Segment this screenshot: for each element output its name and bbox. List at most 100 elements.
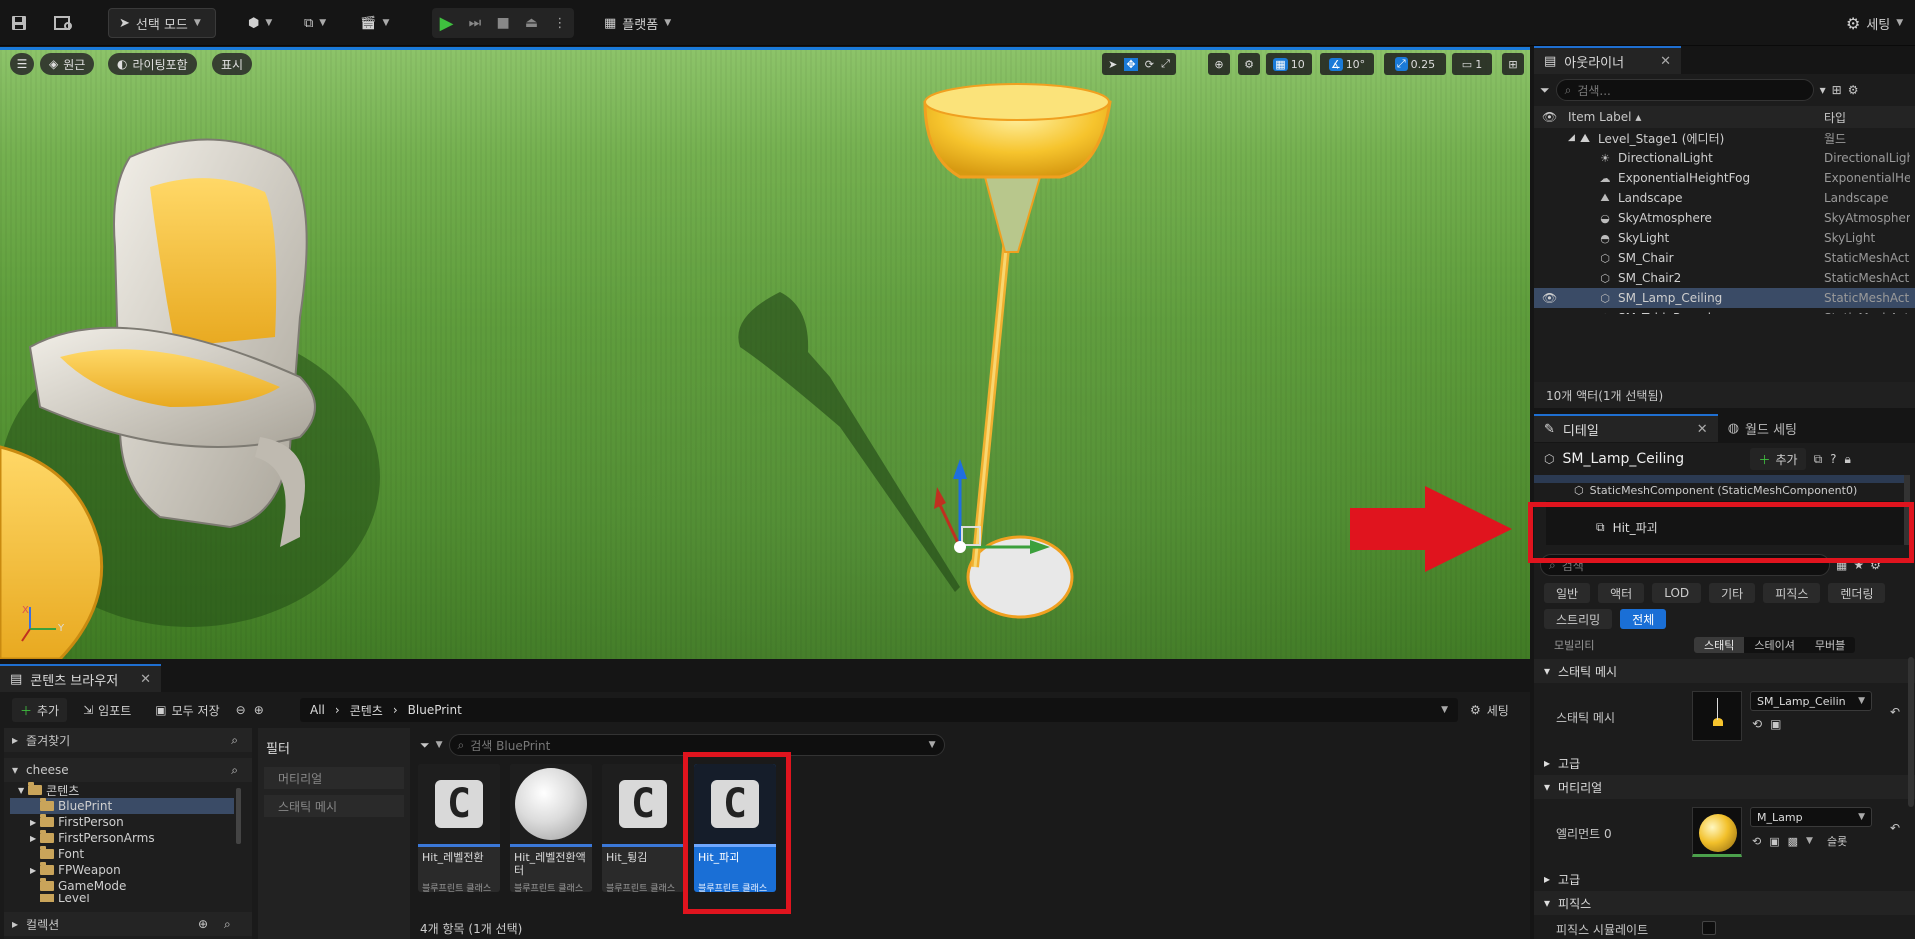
section-physics[interactable]: ▾ 피직스	[1534, 891, 1915, 915]
tree-item-level[interactable]: Level	[40, 894, 90, 902]
breadcrumb-all[interactable]: All	[310, 703, 325, 717]
tree-item-firstpersonarms[interactable]: ▶ FirstPersonArms	[30, 830, 155, 846]
filter-chip[interactable]: 스트리밍	[1544, 609, 1613, 629]
save-icon[interactable]	[10, 8, 28, 38]
eye-icon[interactable]: 👁︎	[1542, 291, 1557, 305]
save-all-button[interactable]: ▣ 모두 저장	[147, 698, 227, 722]
close-icon[interactable]: ✕	[1660, 54, 1671, 69]
material-thumbnail[interactable]	[1692, 807, 1742, 857]
blueprint-menu-button[interactable]: ⧉ ▼	[304, 8, 326, 38]
more-icon[interactable]: ⋮	[553, 16, 566, 31]
tab-world-settings[interactable]: ◍ 월드 세팅	[1718, 419, 1807, 438]
back-icon[interactable]: ⊖	[236, 703, 246, 717]
perspective-button[interactable]: ◈ 원근	[40, 53, 95, 75]
grid-snap-button[interactable]: ▦ 10	[1266, 53, 1312, 75]
filter-chip[interactable]: 전체	[1620, 609, 1667, 629]
asset-tile-hit-level-change[interactable]: C Hit_레벨전환 블루프린트 클래스	[418, 764, 500, 892]
add-actor-button[interactable]: ⬢ ▼	[248, 8, 272, 38]
eye-icon[interactable]: 👁︎	[1542, 110, 1557, 124]
actor-name[interactable]: SM_Lamp_Ceiling	[1562, 451, 1742, 467]
close-icon[interactable]: ✕	[1697, 422, 1708, 437]
filter-static-mesh[interactable]: 스태틱 메시	[264, 795, 404, 817]
tree-scrollbar[interactable]	[236, 788, 241, 844]
breadcrumb-content[interactable]: 콘텐츠	[350, 702, 383, 719]
favorites-header[interactable]: ▸ 즐겨찾기 ⌕	[4, 728, 252, 752]
lock-icon[interactable]: 🔒︎	[1845, 452, 1851, 467]
browse-asset-icon[interactable]: ▣	[1769, 835, 1779, 848]
cb-add-button[interactable]: ＋ 추가	[12, 698, 68, 722]
gear-icon[interactable]: ⚙	[1848, 83, 1859, 97]
filter-chip[interactable]: 액터	[1598, 583, 1645, 603]
search-icon[interactable]: ⌕	[231, 763, 238, 778]
filter-chip[interactable]: 렌더링	[1828, 583, 1886, 603]
collections-header[interactable]: ▸ 컬렉션 ⊕ ⌕	[4, 912, 252, 936]
filter-material[interactable]: 머티리얼	[264, 767, 404, 789]
scale-snap-button[interactable]: ⤢ 0.25	[1384, 53, 1446, 75]
filter-icon[interactable]: ⏷	[420, 738, 430, 753]
mode-select[interactable]: ➤ 선택 모드 ▼	[108, 8, 216, 38]
use-selected-icon[interactable]: ⟲	[1752, 835, 1761, 848]
level-row[interactable]: ◢ ⛰ Level_Stage1 (에디터) 월드	[1534, 128, 1915, 148]
chevron-down-icon[interactable]: ▾	[1820, 83, 1826, 97]
filter-chip[interactable]: 피직스	[1763, 583, 1821, 603]
column-type[interactable]: 타입	[1824, 109, 1846, 126]
section-advanced-2[interactable]: ▸ 고급	[1534, 867, 1915, 891]
settings-button[interactable]: ⚙ 세팅 ▼	[1846, 8, 1903, 38]
mobility-stationary[interactable]: 스테이셔	[1744, 637, 1804, 653]
outliner-row[interactable]: 👁︎ ⬡ SM_Lamp_Ceiling StaticMeshActor	[1534, 288, 1915, 308]
add-collection-icon[interactable]: ⊕	[198, 917, 208, 931]
viewport-menu-button[interactable]: ☰	[10, 53, 34, 75]
outliner-search-input[interactable]: ⌕ 검색...	[1555, 79, 1814, 101]
section-static-mesh[interactable]: ▾ 스태틱 메시	[1534, 659, 1915, 683]
world-local-icon[interactable]: ⊕	[1208, 53, 1230, 75]
lighting-button[interactable]: ◐ 라이팅포함	[108, 53, 197, 75]
tab-outliner[interactable]: ▤ 아웃라이너 ✕	[1534, 46, 1682, 74]
tab-content-browser[interactable]: ▤ 콘텐츠 브라우저 ✕	[0, 664, 162, 692]
reset-icon[interactable]: ↶	[1890, 821, 1900, 835]
outliner-row[interactable]: ⛰ Landscape Landscape	[1534, 188, 1915, 208]
tree-item-font[interactable]: Font	[40, 846, 84, 862]
cinematics-button[interactable]: 🎬︎ ▼	[360, 8, 389, 38]
outliner-row[interactable]: ⬡ SM_Chair StaticMeshActor	[1534, 248, 1915, 268]
add-component-button[interactable]: ＋ 추가	[1750, 448, 1806, 470]
camera-speed-button[interactable]: ▭ 1	[1452, 53, 1492, 75]
tree-item-blueprint[interactable]: BluePrint	[10, 798, 234, 814]
static-mesh-thumbnail[interactable]	[1692, 691, 1742, 741]
tree-item-gamemode[interactable]: GameMode	[40, 878, 126, 894]
surface-snap-icon[interactable]: ⚙	[1238, 53, 1260, 75]
breadcrumb-blueprint[interactable]: BluePrint	[408, 703, 462, 717]
tree-item-content[interactable]: ▼ 콘텐츠	[18, 782, 79, 798]
tree-item-fpweapon[interactable]: ▶ FPWeapon	[30, 862, 121, 878]
outliner-row[interactable]: ◒ SkyAtmosphere SkyAtmosphere	[1534, 208, 1915, 228]
filter-chip[interactable]: 일반	[1544, 583, 1591, 603]
search-icon[interactable]: ⌕	[224, 917, 231, 932]
browse-asset-icon[interactable]: ▣	[1770, 717, 1781, 731]
show-button[interactable]: 표시	[212, 53, 253, 75]
reset-icon[interactable]: ↶	[1890, 705, 1900, 719]
cb-settings-button[interactable]: ⚙ 세팅	[1470, 698, 1509, 722]
translate-icon[interactable]: ✥	[1124, 57, 1138, 71]
eject-icon[interactable]: ⏏	[525, 15, 538, 31]
platform-button[interactable]: ▦ 플랫폼 ▼	[604, 8, 671, 38]
static-mesh-dropdown[interactable]: SM_Lamp_Ceilin ▼	[1750, 691, 1872, 711]
outliner-row[interactable]: ⬡ SM_Chair2 StaticMeshActor	[1534, 268, 1915, 288]
chevron-down-icon[interactable]: ▼	[436, 740, 443, 750]
tree-item-firstperson[interactable]: ▶ FirstPerson	[30, 814, 124, 830]
tab-details[interactable]: ✎ 디테일 ✕	[1534, 414, 1718, 442]
mobility-toggle[interactable]: 스태틱 스테이셔 무버블	[1694, 637, 1856, 653]
component-row[interactable]: ⬡ StaticMeshComponent (StaticMeshCompone…	[1534, 483, 1908, 497]
filter-chip[interactable]: LOD	[1652, 583, 1702, 603]
select-icon[interactable]: ➤	[1108, 58, 1117, 71]
level-viewport[interactable]: X Y ☰ ◈ 원근 ◐ 라이팅포함 표시 ➤ ✥ ⟳ ⤢ ⊕ ⚙ ▦ 10 ∡ 10°…	[0, 47, 1530, 659]
import-button[interactable]: ⇲ 임포트	[75, 698, 139, 722]
forward-icon[interactable]: ⊕	[254, 703, 264, 717]
layout-icon[interactable]: ⊞	[1502, 53, 1524, 75]
outliner-row[interactable]: ◓ SkyLight SkyLight	[1534, 228, 1915, 248]
chevron-down-icon[interactable]: ▼	[1806, 836, 1813, 846]
checker-icon[interactable]: ▩	[1788, 835, 1798, 848]
outliner-row[interactable]: ☁ ExponentialHeightFog ExponentialHeightFo…	[1534, 168, 1915, 188]
details-scrollbar[interactable]	[1908, 657, 1914, 807]
step-icon[interactable]: ⏭	[469, 15, 482, 31]
material-dropdown[interactable]: M_Lamp ▼	[1750, 807, 1872, 827]
browse-icon[interactable]	[54, 8, 74, 38]
